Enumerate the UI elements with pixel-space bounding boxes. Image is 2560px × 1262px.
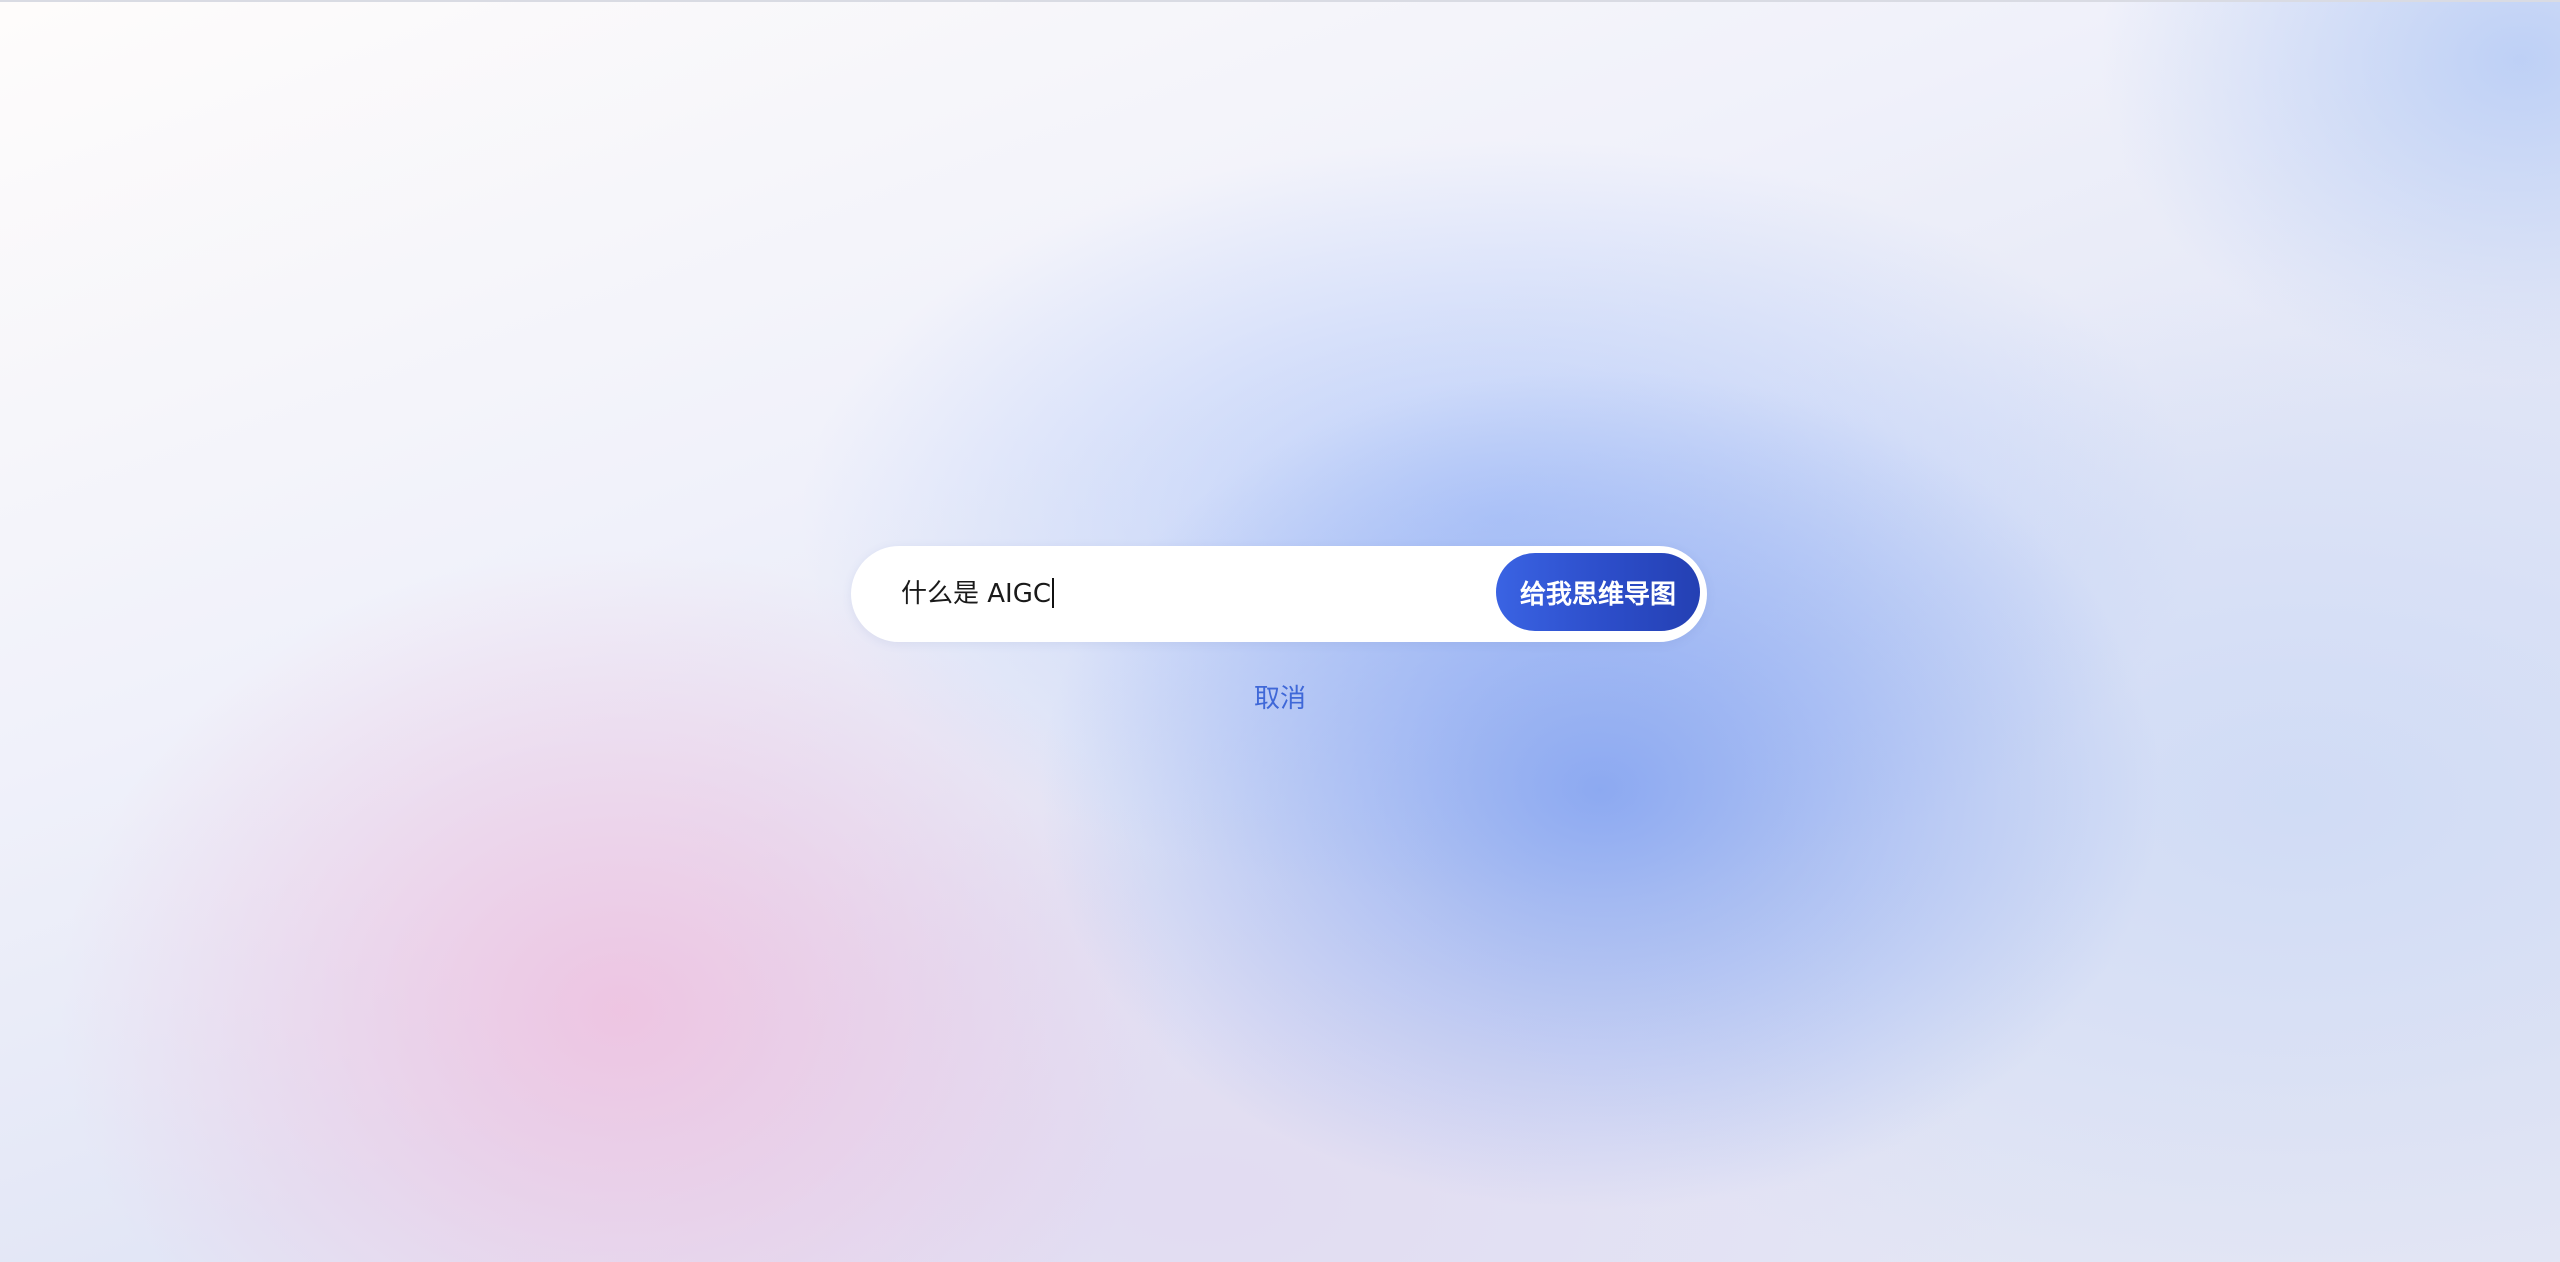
search-input-text: 什么是 AIGC <box>901 579 1052 609</box>
search-input[interactable]: 什么是 AIGC <box>901 546 1481 642</box>
search-bar: 什么是 AIGC 给我思维导图 <box>851 546 1707 642</box>
text-caret <box>1052 577 1055 608</box>
top-border <box>0 0 2560 2</box>
generate-mindmap-button[interactable]: 给我思维导图 <box>1493 550 1703 634</box>
cancel-link[interactable]: 取消 <box>1230 676 1330 722</box>
